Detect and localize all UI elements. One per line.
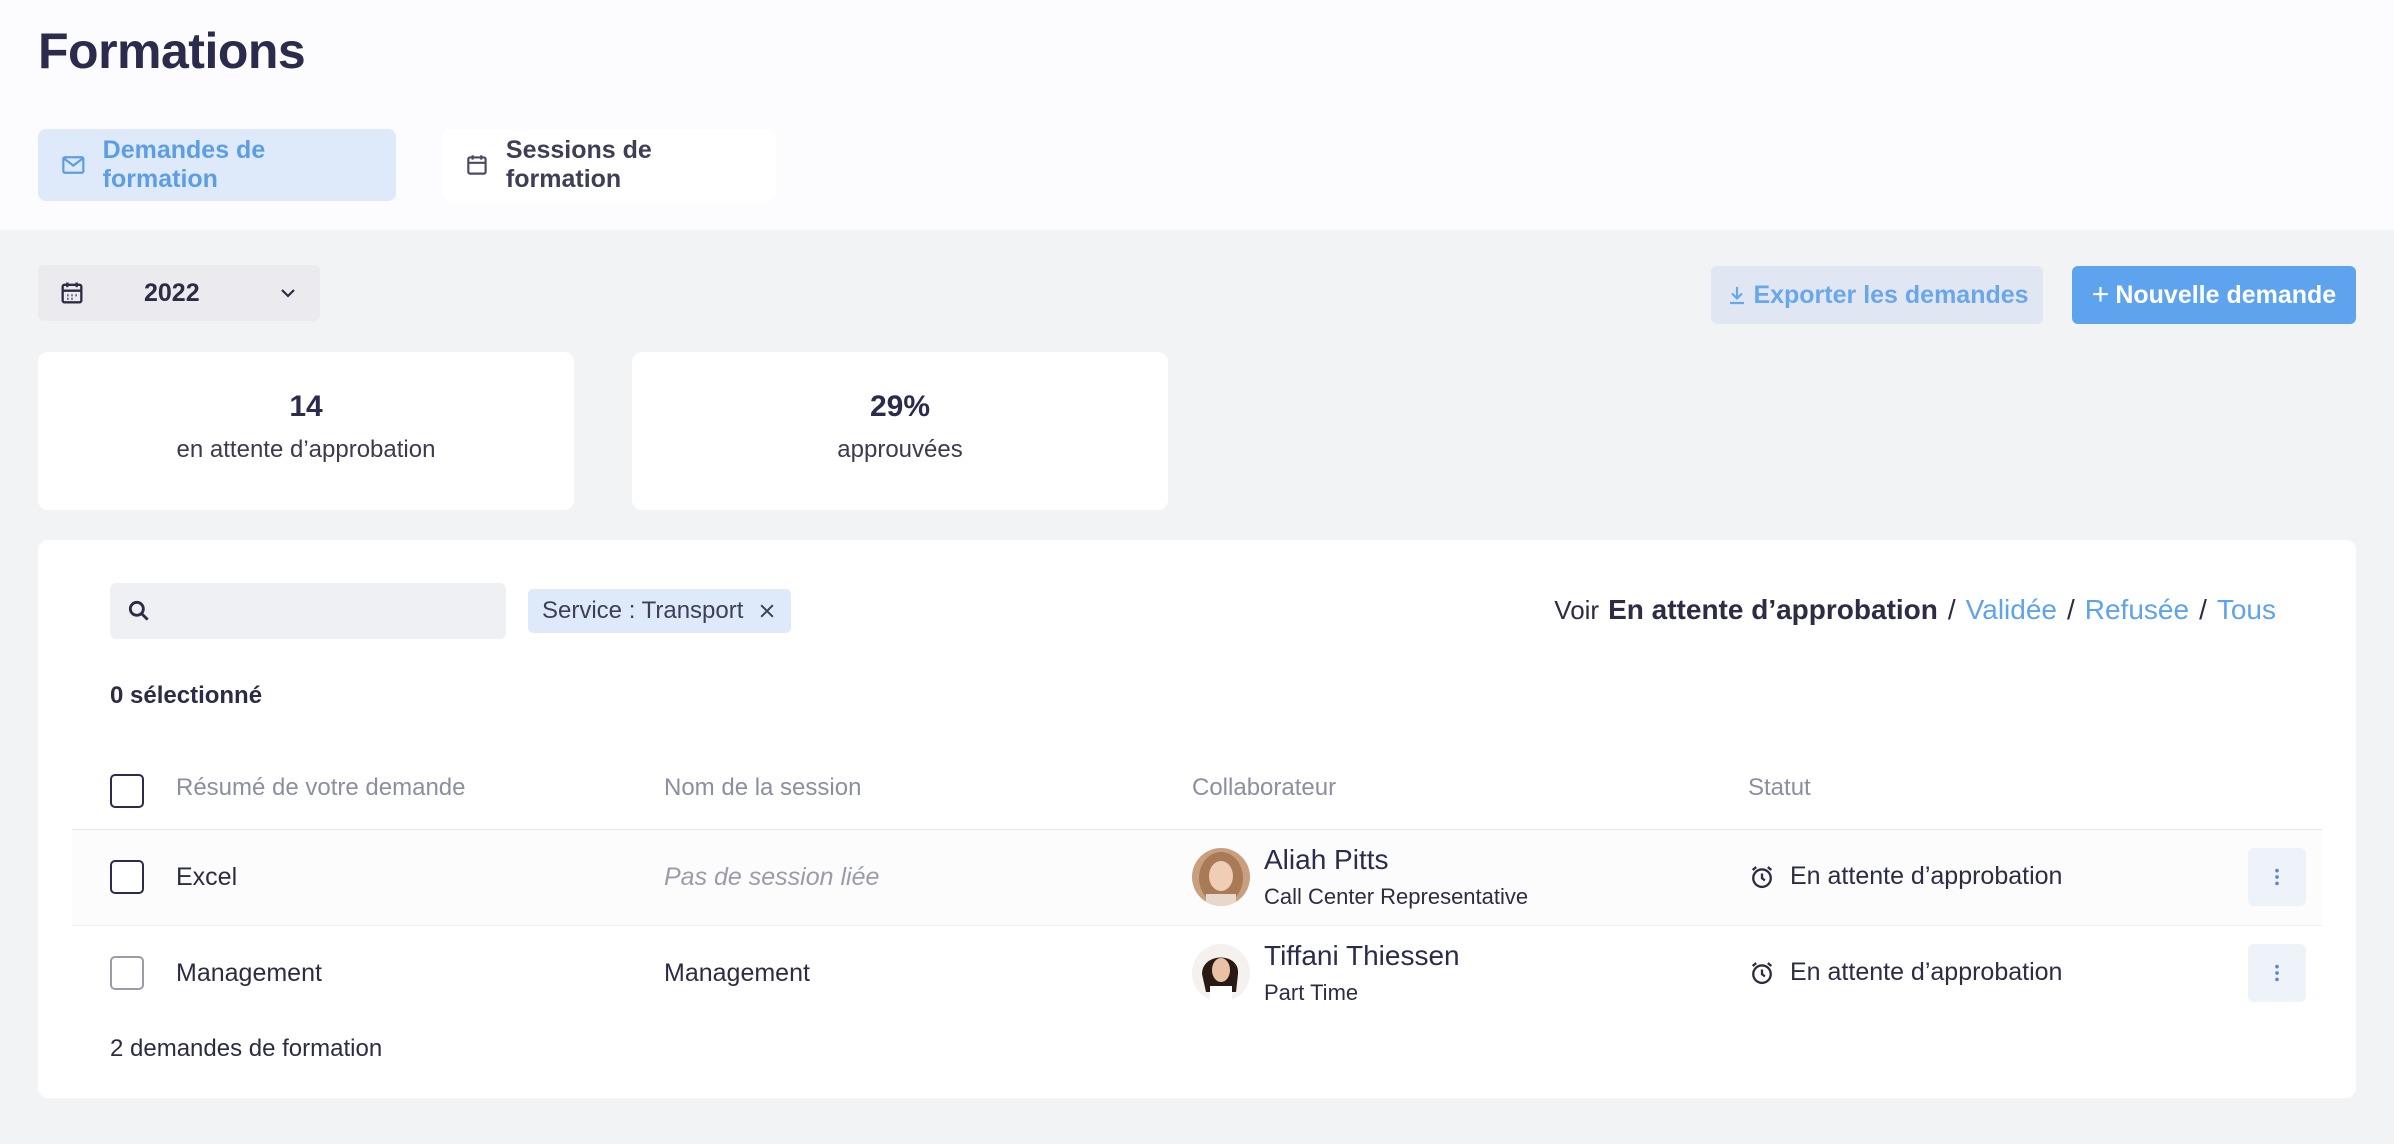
avatar bbox=[1192, 848, 1250, 906]
status-badge: En attente d’approbation bbox=[1748, 862, 2062, 891]
status-filter-validated[interactable]: Validée bbox=[1966, 594, 2057, 626]
status-filter-refused[interactable]: Refusée bbox=[2085, 594, 2189, 626]
collaborator-name: Tiffani Thiessen bbox=[1264, 940, 1460, 971]
alarm-clock-icon bbox=[1751, 865, 1773, 888]
column-header-summary: Résumé de votre demande bbox=[176, 774, 466, 801]
separator: / bbox=[2199, 594, 2207, 625]
status-filter-pending[interactable]: En attente d’approbation bbox=[1608, 594, 1938, 626]
requests-panel: Service : Transport Voir En attente d’ap… bbox=[38, 540, 2356, 1098]
calendar-icon bbox=[61, 282, 83, 304]
status-badge: En attente d’approbation bbox=[1748, 958, 2062, 987]
separator: / bbox=[2066, 594, 2075, 625]
calendar-icon bbox=[467, 155, 487, 175]
status-filter-all[interactable]: Tous bbox=[2217, 594, 2276, 626]
status-filter-prefix: Voir bbox=[1554, 595, 1600, 625]
column-header-session: Nom de la session bbox=[664, 774, 862, 801]
status-label: En attente d’approbation bbox=[1790, 958, 2063, 986]
stat-label: en attente d’approbation bbox=[176, 436, 436, 463]
new-request-label: Nouvelle demande bbox=[2115, 280, 2337, 309]
stat-card-approved: 29% approuvées bbox=[632, 352, 1168, 510]
collaborator-role: Part Time bbox=[1264, 980, 1359, 1005]
collaborator-name: Aliah Pitts bbox=[1264, 844, 1389, 875]
requests-count: 2 demandes de formation bbox=[110, 1035, 383, 1062]
table-row[interactable]: Management Management Tiffani Thiessen P… bbox=[72, 926, 2322, 1022]
column-header-collaborator: Collaborateur bbox=[1192, 774, 1337, 801]
stat-card-pending: 14 en attente d’approbation bbox=[38, 352, 574, 510]
table-header: Résumé de votre demande Nom de la sessio… bbox=[72, 768, 2322, 830]
select-all-checkbox[interactable] bbox=[110, 774, 144, 808]
tab-demandes-de-formation[interactable]: Demandes de formation bbox=[38, 129, 396, 201]
year-value: 2022 bbox=[144, 278, 200, 307]
more-vertical-icon bbox=[2275, 964, 2279, 982]
page-title: Formations bbox=[38, 23, 306, 79]
chip-label: Service : Transport bbox=[542, 597, 744, 624]
row-checkbox[interactable] bbox=[110, 956, 144, 990]
separator: / bbox=[1947, 594, 1956, 625]
collaborator-role: Call Center Representative bbox=[1264, 884, 1529, 909]
column-header-status: Statut bbox=[1748, 774, 1811, 801]
request-summary: Management bbox=[176, 959, 322, 987]
filter-chip-service: Service : Transport bbox=[528, 589, 792, 633]
status-filter: Voir En attente d’approbation / Validée … bbox=[1554, 594, 2276, 626]
download-icon bbox=[1730, 287, 1745, 305]
request-summary: Excel bbox=[176, 863, 238, 891]
stat-value: 14 bbox=[289, 390, 323, 423]
row-checkbox[interactable] bbox=[110, 860, 144, 894]
row-actions-button[interactable] bbox=[2248, 944, 2306, 1002]
chevron-down-icon bbox=[281, 289, 295, 298]
plus-icon: + bbox=[2091, 278, 2110, 311]
search-icon bbox=[128, 600, 149, 621]
session-name: Management bbox=[664, 959, 810, 987]
export-requests-button[interactable]: Exporter les demandes bbox=[1711, 266, 2043, 324]
more-vertical-icon bbox=[2275, 868, 2279, 886]
mail-icon bbox=[62, 156, 85, 174]
table-row[interactable]: Excel Pas de session liée Aliah Pitts Ca… bbox=[72, 830, 2322, 926]
avatar bbox=[1192, 944, 1250, 1002]
stat-label: approuvées bbox=[837, 436, 963, 463]
top-header: Formations Demandes de formation Session… bbox=[0, 0, 2394, 230]
alarm-clock-icon bbox=[1751, 961, 1773, 984]
selection-count: 0 sélectionné bbox=[110, 682, 263, 709]
year-select[interactable]: 2022 bbox=[38, 265, 320, 321]
close-icon[interactable] bbox=[757, 601, 777, 621]
tab-label: Demandes de formation bbox=[102, 136, 266, 193]
export-label: Exporter les demandes bbox=[1753, 280, 2029, 309]
new-request-button[interactable]: + Nouvelle demande bbox=[2072, 266, 2356, 324]
stat-value: 29% bbox=[869, 390, 931, 423]
session-name: Pas de session liée bbox=[664, 863, 880, 891]
search-input[interactable] bbox=[110, 583, 506, 639]
status-label: En attente d’approbation bbox=[1790, 862, 2063, 890]
tab-label: Sessions de formation bbox=[505, 136, 652, 193]
row-actions-button[interactable] bbox=[2248, 848, 2306, 906]
tab-sessions-de-formation[interactable]: Sessions de formation bbox=[442, 129, 776, 201]
